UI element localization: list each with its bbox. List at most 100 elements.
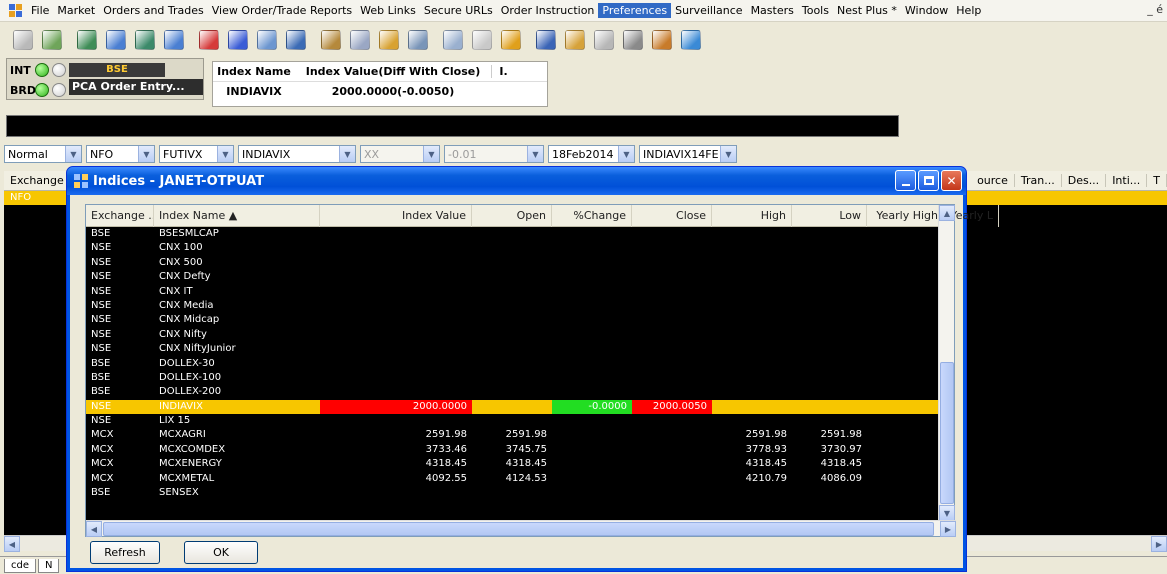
table-row[interactable]: BSE BSESMLCAP xyxy=(86,227,939,241)
column-header[interactable]: Open xyxy=(472,205,552,227)
instrument-select[interactable]: FUTIVX ▼ xyxy=(159,145,234,163)
market-watch-button[interactable] xyxy=(74,27,100,53)
horizontal-scroll-thumb[interactable] xyxy=(103,522,934,536)
report-button[interactable] xyxy=(376,27,402,53)
menu-nest-plus[interactable]: Nest Plus * xyxy=(833,3,901,18)
vertical-scroll-thumb[interactable] xyxy=(940,362,954,504)
scroll-down-icon[interactable]: ▼ xyxy=(939,505,955,521)
table-row[interactable]: NSE CNX Media xyxy=(86,299,939,313)
minimize-button[interactable] xyxy=(895,170,916,191)
print-button[interactable] xyxy=(620,27,646,53)
table-row[interactable]: MCX MCXMETAL 4092.55 4124.53 4210.79 4086.09 xyxy=(86,472,939,486)
export-button[interactable] xyxy=(562,27,588,53)
ok-button[interactable]: OK xyxy=(184,541,258,564)
column-header[interactable]: Yearly High xyxy=(867,205,944,227)
maximize-button[interactable] xyxy=(918,170,939,191)
window-tab-n[interactable]: N xyxy=(38,558,60,573)
indices-vertical-scrollbar[interactable]: ▲ ▼ xyxy=(938,205,955,521)
table-row[interactable]: MCX MCXAGRI 2591.98 2591.98 2591.98 2591.98 xyxy=(86,428,939,442)
column-header[interactable]: Exchange ... xyxy=(86,205,154,227)
buy-order-button[interactable] xyxy=(196,27,222,53)
blank-button[interactable] xyxy=(469,27,495,53)
indices-horizontal-scrollbar[interactable]: ◀ ▶ xyxy=(86,520,956,537)
menu-surveillance[interactable]: Surveillance xyxy=(671,3,746,18)
notes-button[interactable] xyxy=(440,27,466,53)
menu-window[interactable]: Window xyxy=(901,3,952,18)
menu-orders-and-trades[interactable]: Orders and Trades xyxy=(99,3,208,18)
column-header[interactable]: Index Value xyxy=(320,205,472,227)
index-ticker-row[interactable]: INDIAVIX 2000.0000(-0.0050) xyxy=(213,82,547,100)
table-row[interactable]: NSE CNX Nifty xyxy=(86,328,939,342)
menu-market[interactable]: Market xyxy=(53,3,99,18)
table-row[interactable]: NSE CNX Midcap xyxy=(86,313,939,327)
menu-order-instruction[interactable]: Order Instruction xyxy=(497,3,599,18)
table-row[interactable]: BSE DOLLEX-30 xyxy=(86,357,939,371)
column-header[interactable]: T xyxy=(1147,174,1167,187)
refresh-button[interactable] xyxy=(533,27,559,53)
column-header[interactable]: Index Name ▲ xyxy=(154,205,320,227)
app-window-controls[interactable]: _ é xyxy=(1147,3,1163,16)
column-exchange[interactable]: Exchange xyxy=(4,174,71,187)
table-row[interactable]: BSE DOLLEX-200 xyxy=(86,385,939,399)
menu-secure-urls[interactable]: Secure URLs xyxy=(420,3,497,18)
table-row[interactable]: MCX MCXENERGY 4318.45 4318.45 4318.45 4318.45 xyxy=(86,457,939,471)
user-button[interactable] xyxy=(283,27,309,53)
column-header[interactable]: %Change xyxy=(552,205,632,227)
trade-book-button[interactable] xyxy=(132,27,158,53)
strike-price-select[interactable]: -0.01 ▼ xyxy=(444,145,544,163)
table-row[interactable]: NSE CNX IT xyxy=(86,285,939,299)
window-tab-cde[interactable]: cde xyxy=(4,558,36,573)
order-book-button[interactable] xyxy=(103,27,129,53)
net-position-button[interactable] xyxy=(254,27,280,53)
message-button[interactable] xyxy=(591,27,617,53)
scroll-left-icon[interactable]: ◀ xyxy=(86,521,102,537)
menu-web-links[interactable]: Web Links xyxy=(356,3,420,18)
table-row[interactable]: MCX MCXCOMDEX 3733.46 3745.75 3778.93 3730.97 xyxy=(86,443,939,457)
scroll-left-icon[interactable]: ◀ xyxy=(4,536,20,552)
menu-preferences[interactable]: Preferences xyxy=(598,3,672,18)
expiry-date-select[interactable]: 18Feb2014 ▼ xyxy=(548,145,635,163)
pca-order-entry-button[interactable]: PCA Order Entry... xyxy=(69,79,203,95)
connect-button[interactable] xyxy=(39,27,65,53)
exchange-tag[interactable]: BSE xyxy=(69,63,165,77)
scroll-right-icon[interactable]: ▶ xyxy=(1151,536,1167,552)
scroll-up-icon[interactable]: ▲ xyxy=(939,205,955,221)
refresh-button[interactable]: Refresh xyxy=(90,541,160,564)
menu-view-order-trade-reports[interactable]: View Order/Trade Reports xyxy=(208,3,356,18)
table-row[interactable]: NSE LIX 15 xyxy=(86,414,939,428)
rupee-button[interactable] xyxy=(10,27,36,53)
exchange-select[interactable]: NFO ▼ xyxy=(86,145,155,163)
product-type-select[interactable]: Normal ▼ xyxy=(4,145,82,163)
column-header[interactable]: ource xyxy=(971,174,1015,187)
calculator-button[interactable] xyxy=(405,27,431,53)
snapshot-button[interactable] xyxy=(347,27,373,53)
table-row[interactable]: NSE CNX 500 xyxy=(86,256,939,270)
chart-button[interactable] xyxy=(498,27,524,53)
symbol-select[interactable]: INDIAVIX ▼ xyxy=(238,145,356,163)
option-type-select[interactable]: XX ▼ xyxy=(360,145,440,163)
table-row[interactable]: BSE SENSEX xyxy=(86,486,939,500)
scroll-right-icon[interactable]: ▶ xyxy=(940,521,956,537)
column-header[interactable]: High xyxy=(712,205,792,227)
pen-button[interactable] xyxy=(318,27,344,53)
close-button[interactable]: ✕ xyxy=(941,170,962,191)
table-row[interactable]: NSE CNX 100 xyxy=(86,241,939,255)
table-row[interactable]: NSE INDIAVIX 2000.0000 -0.0000 2000.0050 xyxy=(86,399,939,415)
column-header[interactable]: Inti... xyxy=(1106,174,1148,187)
sell-order-button[interactable] xyxy=(225,27,251,53)
column-header[interactable]: Tran... xyxy=(1015,174,1062,187)
window-button[interactable] xyxy=(161,27,187,53)
column-header[interactable]: Des... xyxy=(1062,174,1107,187)
column-header[interactable]: Close xyxy=(632,205,712,227)
dialog-title-bar[interactable]: Indices - JANET-OTPUAT ✕ xyxy=(67,167,966,195)
menu-tools[interactable]: Tools xyxy=(798,3,833,18)
info-button[interactable] xyxy=(678,27,704,53)
menu-masters[interactable]: Masters xyxy=(747,3,798,18)
table-row[interactable]: BSE DOLLEX-100 xyxy=(86,371,939,385)
table-row[interactable]: NSE CNX Defty xyxy=(86,270,939,284)
column-header[interactable]: Low xyxy=(792,205,867,227)
table-row[interactable]: NSE CNX NiftyJunior xyxy=(86,342,939,356)
tools-button[interactable] xyxy=(649,27,675,53)
menu-file[interactable]: File xyxy=(27,3,53,18)
menu-help[interactable]: Help xyxy=(952,3,985,18)
